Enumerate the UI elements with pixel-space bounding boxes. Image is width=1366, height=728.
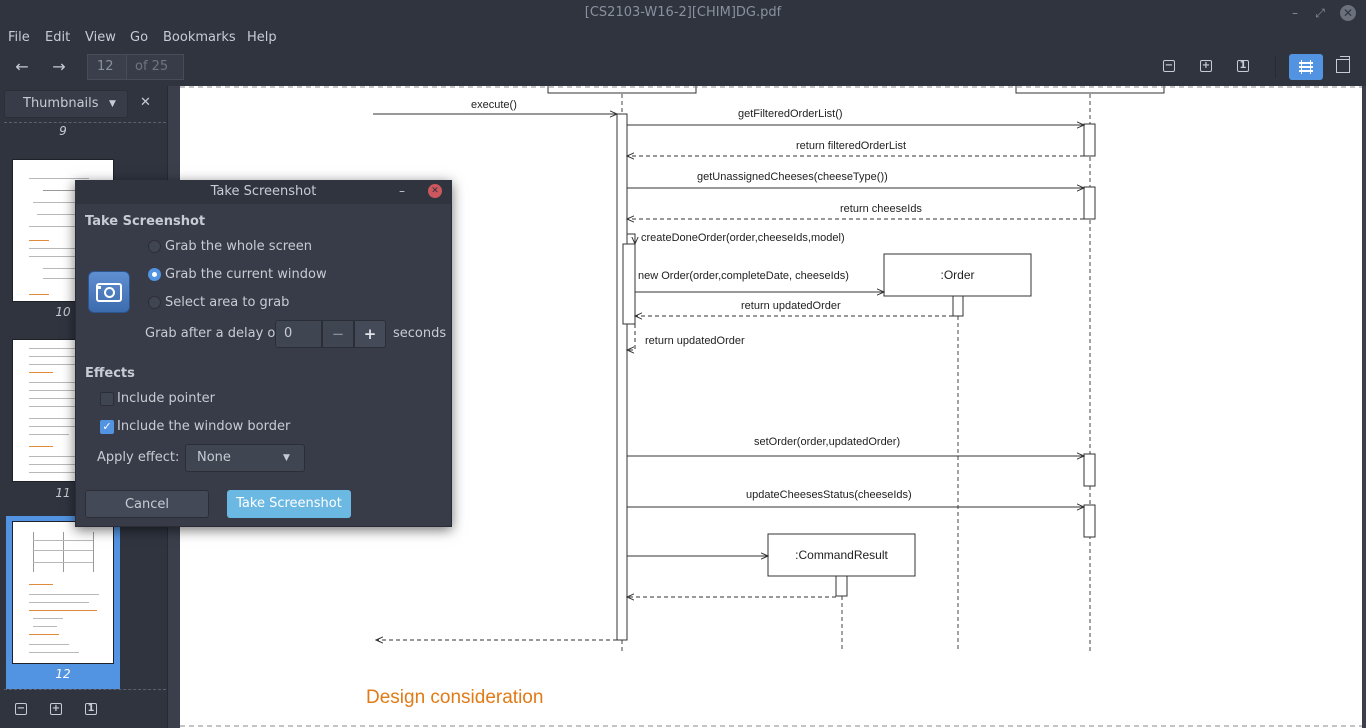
thumbnail-zoom-out-icon[interactable]: − <box>15 703 27 715</box>
thumbnail-fit-icon[interactable]: 1 <box>85 703 97 715</box>
radio-current-window[interactable] <box>148 268 161 281</box>
radio-select-area-label[interactable]: Select area to grab <box>165 295 289 310</box>
cancel-button[interactable]: Cancel <box>85 490 209 518</box>
sidebar-close-icon[interactable]: ✕ <box>140 95 151 110</box>
menubar: File Edit View Go Bookmarks Help <box>0 26 1366 50</box>
radio-select-area[interactable] <box>148 296 161 309</box>
continuous-view-button[interactable] <box>1289 54 1323 80</box>
delay-input[interactable]: 0 <box>275 320 322 348</box>
page-number-input[interactable]: 12 <box>87 54 127 80</box>
apply-effect-dropdown[interactable]: None ▼ <box>185 444 305 472</box>
chevron-down-icon: ▼ <box>109 99 116 109</box>
screenshot-dialog <box>75 180 452 527</box>
thumbnail-divider <box>4 122 166 123</box>
dialog-title: Take Screenshot <box>210 184 317 199</box>
include-pointer-checkbox[interactable] <box>100 392 114 406</box>
window-close-button[interactable]: ✕ <box>1340 5 1356 21</box>
window-title: [CS2103-W16-2][CHIM]DG.pdf <box>584 5 782 20</box>
msg-label: return updatedOrder <box>741 300 841 312</box>
dialog-titlebar: Take Screenshot <box>75 180 452 204</box>
zoom-in-icon[interactable]: + <box>1200 60 1212 72</box>
thumbnail-page-label: 9 <box>59 124 67 138</box>
msg-label: getFilteredOrderList() <box>738 108 843 120</box>
radio-whole-screen[interactable] <box>148 240 161 253</box>
msg-label: updateCheesesStatus(cheeseIds) <box>746 489 912 501</box>
take-screenshot-button[interactable]: Take Screenshot <box>227 490 351 518</box>
msg-label: return filteredOrderList <box>796 140 907 152</box>
zoom-fit-icon[interactable]: 1 <box>1237 60 1249 72</box>
include-border-checkbox[interactable]: ✓ <box>100 420 114 434</box>
object-label: :Order <box>940 268 975 282</box>
dialog-minimize-button[interactable]: – <box>399 184 405 198</box>
delay-unit-label: seconds <box>393 326 447 341</box>
window-minimize-button[interactable]: – <box>1287 5 1303 21</box>
msg-label: createDoneOrder(order,cheeseIds,model) <box>641 232 845 244</box>
thumbnail-zoom-in-icon[interactable]: + <box>50 703 62 715</box>
menu-view[interactable]: View <box>85 26 116 50</box>
forward-arrow-icon[interactable]: → <box>49 57 69 77</box>
thumbnail-page-label: 12 <box>55 667 71 681</box>
dialog-close-button[interactable]: ✕ <box>428 184 442 198</box>
menu-help[interactable]: Help <box>247 26 277 50</box>
menu-bookmarks[interactable]: Bookmarks <box>163 26 236 50</box>
thumbnail-divider <box>4 689 166 690</box>
zoom-out-icon[interactable]: − <box>1163 60 1175 72</box>
dialog-section-title: Take Screenshot <box>85 214 206 229</box>
menu-file[interactable]: File <box>8 26 30 50</box>
delay-increment-button[interactable]: + <box>354 320 386 348</box>
toolbar-separator <box>1275 56 1276 78</box>
msg-label: execute() <box>471 99 517 111</box>
page-total-label: of 25 <box>127 54 184 80</box>
msg-label: return cheeseIds <box>840 203 922 215</box>
menu-go[interactable]: Go <box>130 26 148 50</box>
radio-current-window-label[interactable]: Grab the current window <box>165 267 327 282</box>
msg-label: new Order(order,completeDate, cheeseIds) <box>638 270 849 282</box>
msg-label: getUnassignedCheeses(cheeseType()) <box>697 171 888 183</box>
sidebar-mode-dropdown[interactable]: Thumbnails ▼ <box>4 90 128 118</box>
msg-label: setOrder(order,updatedOrder) <box>754 436 901 448</box>
window-maximize-button[interactable]: ⤢ <box>1312 5 1328 21</box>
thumbnail-page-12[interactable] <box>12 521 114 664</box>
toolbar <box>0 50 1366 86</box>
object-label: :CommandResult <box>795 548 888 562</box>
chevron-down-icon: ▼ <box>283 453 290 463</box>
menu-edit[interactable]: Edit <box>45 26 70 50</box>
include-border-label[interactable]: Include the window border <box>117 419 290 434</box>
window-titlebar: [CS2103-W16-2][CHIM]DG.pdf <box>0 0 1366 26</box>
radio-whole-screen-label[interactable]: Grab the whole screen <box>165 239 312 254</box>
apply-effect-value: None <box>197 450 231 465</box>
include-pointer-label[interactable]: Include pointer <box>117 391 215 406</box>
delay-decrement-button[interactable]: − <box>322 320 354 348</box>
dual-page-view-icon[interactable] <box>1336 56 1350 73</box>
section-heading: Design consideration <box>366 687 544 708</box>
apply-effect-label: Apply effect: <box>97 450 180 465</box>
msg-label: return updatedOrder <box>645 335 745 347</box>
effects-title: Effects <box>85 366 135 381</box>
camera-icon <box>88 271 130 313</box>
back-arrow-icon[interactable]: ← <box>12 57 32 77</box>
delay-label: Grab after a delay of <box>145 326 280 341</box>
sidebar-mode-label: Thumbnails <box>23 96 99 111</box>
